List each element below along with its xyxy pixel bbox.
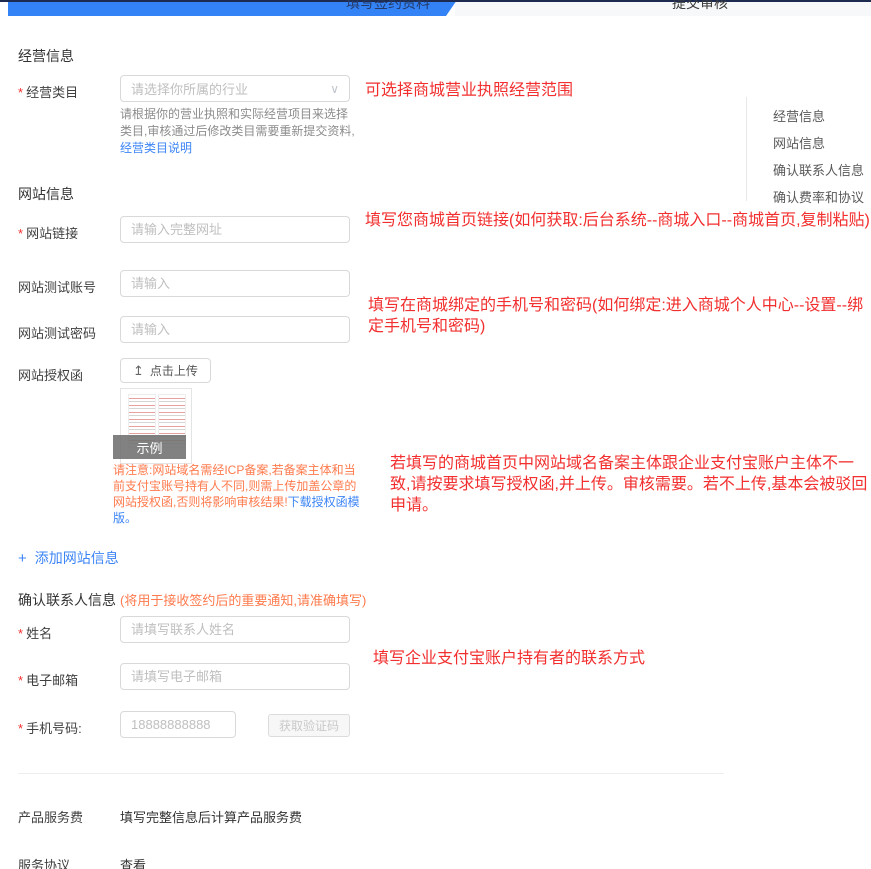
website-section-title: 网站信息 (18, 184, 74, 204)
required-mark: * (18, 626, 23, 641)
upload-button-label: 点击上传 (150, 362, 198, 379)
contact-phone-input[interactable] (120, 711, 236, 738)
contact-phone-row: *手机号码: 获取验证码 (0, 711, 871, 739)
contact-name-row: *姓名 (0, 616, 871, 644)
contact-section-note: (将用于接收签约后的重要通知,请准确填写) (120, 593, 366, 608)
category-help-link[interactable]: 经营类目说明 (120, 141, 192, 155)
service-agreement-label: 服务协议 (18, 855, 70, 869)
contact-phone-label: *手机号码: (18, 718, 82, 737)
test-credentials-annotation: 填写在商城绑定的手机号和密码(如何绑定:进入商城个人中心--设置--绑定手机号和… (368, 295, 870, 337)
authorization-letter-sample-thumbnail[interactable]: 示例 (120, 388, 192, 464)
anchor-item-rate-agreement[interactable]: 确认费率和协议 (746, 184, 864, 211)
test-password-label: 网站测试密码 (18, 323, 96, 342)
step-fill-info-label: 填写签约资料 (346, 0, 430, 13)
category-annotation: 可选择商城营业执照经营范围 (365, 80, 573, 101)
category-label: *经营类目 (18, 82, 78, 101)
sample-badge: 示例 (113, 435, 186, 459)
contact-name-input[interactable] (120, 616, 350, 643)
anchor-rail (746, 97, 747, 201)
signing-info-form-page: 填写签约资料 提交审核 经营信息 网站信息 确认联系人信息 确认费率和协议 经营… (0, 0, 871, 869)
service-fee-row: 产品服务费 填写完整信息后计算产品服务费 (0, 800, 871, 828)
test-account-row: 网站测试账号 (0, 270, 871, 298)
service-fee-value: 填写完整信息后计算产品服务费 (120, 807, 302, 826)
upload-button[interactable]: ↥ 点击上传 (120, 358, 211, 383)
required-mark: * (18, 85, 23, 100)
required-mark: * (18, 226, 23, 241)
category-select-placeholder: 请选择你所属的行业 (131, 79, 248, 98)
footer-divider (18, 773, 724, 774)
chevron-down-icon: ∨ (330, 82, 339, 96)
auth-letter-label: 网站授权函 (18, 365, 83, 384)
anchor-nav: 经营信息 网站信息 确认联系人信息 确认费率和协议 (746, 103, 864, 211)
test-account-label: 网站测试账号 (18, 277, 96, 296)
website-link-label: *网站链接 (18, 223, 78, 242)
test-password-input[interactable] (120, 316, 350, 343)
upload-icon: ↥ (133, 363, 144, 379)
contact-email-label: *电子邮箱 (18, 670, 78, 689)
contact-name-label: *姓名 (18, 623, 52, 642)
category-help-text: 请根据你的营业执照和实际经营项目来选择类目,审核通过后修改类目需要重新提交资料,… (120, 106, 358, 157)
contact-email-row: *电子邮箱 (0, 663, 871, 691)
website-link-input[interactable] (120, 216, 350, 243)
add-website-info-link[interactable]: +添加网站信息 (18, 548, 119, 568)
step-submit-review-label: 提交审核 (672, 0, 728, 13)
step-submit-review-tab[interactable] (455, 0, 871, 16)
business-section-title: 经营信息 (18, 46, 74, 66)
view-agreement-link[interactable]: 查看 (120, 855, 146, 869)
icp-notice: 请注意:网站域名需经ICP备案,若备案主体和当前支付宝账号持有人不同,则需上传加… (113, 462, 367, 526)
get-verification-code-button[interactable]: 获取验证码 (268, 714, 350, 737)
plus-icon: + (18, 550, 27, 567)
required-mark: * (18, 673, 23, 688)
required-mark: * (18, 721, 23, 736)
category-select[interactable]: 请选择你所属的行业 ∨ (120, 75, 350, 102)
top-border-line (0, 0, 871, 2)
contact-email-input[interactable] (120, 663, 350, 690)
anchor-item-business-info[interactable]: 经营信息 (746, 103, 864, 130)
service-fee-label: 产品服务费 (18, 807, 83, 826)
stepper: 填写签约资料 提交审核 (0, 0, 871, 16)
contact-section-title: 确认联系人信息(将用于接收签约后的重要通知,请准确填写) (18, 590, 366, 610)
service-agreement-row: 服务协议 查看 (0, 848, 871, 869)
anchor-item-contact-info[interactable]: 确认联系人信息 (746, 157, 864, 184)
website-link-annotation: 填写您商城首页链接(如何获取:后台系统--商城入口--商城首页,复制粘贴) (365, 210, 871, 231)
test-account-input[interactable] (120, 270, 350, 297)
anchor-item-website-info[interactable]: 网站信息 (746, 130, 864, 157)
auth-letter-row: 网站授权函 ↥ 点击上传 (0, 358, 871, 386)
auth-letter-annotation: 若填写的商城首页中网站域名备案主体跟企业支付宝账户主体不一致,请按要求填写授权函… (390, 453, 868, 516)
